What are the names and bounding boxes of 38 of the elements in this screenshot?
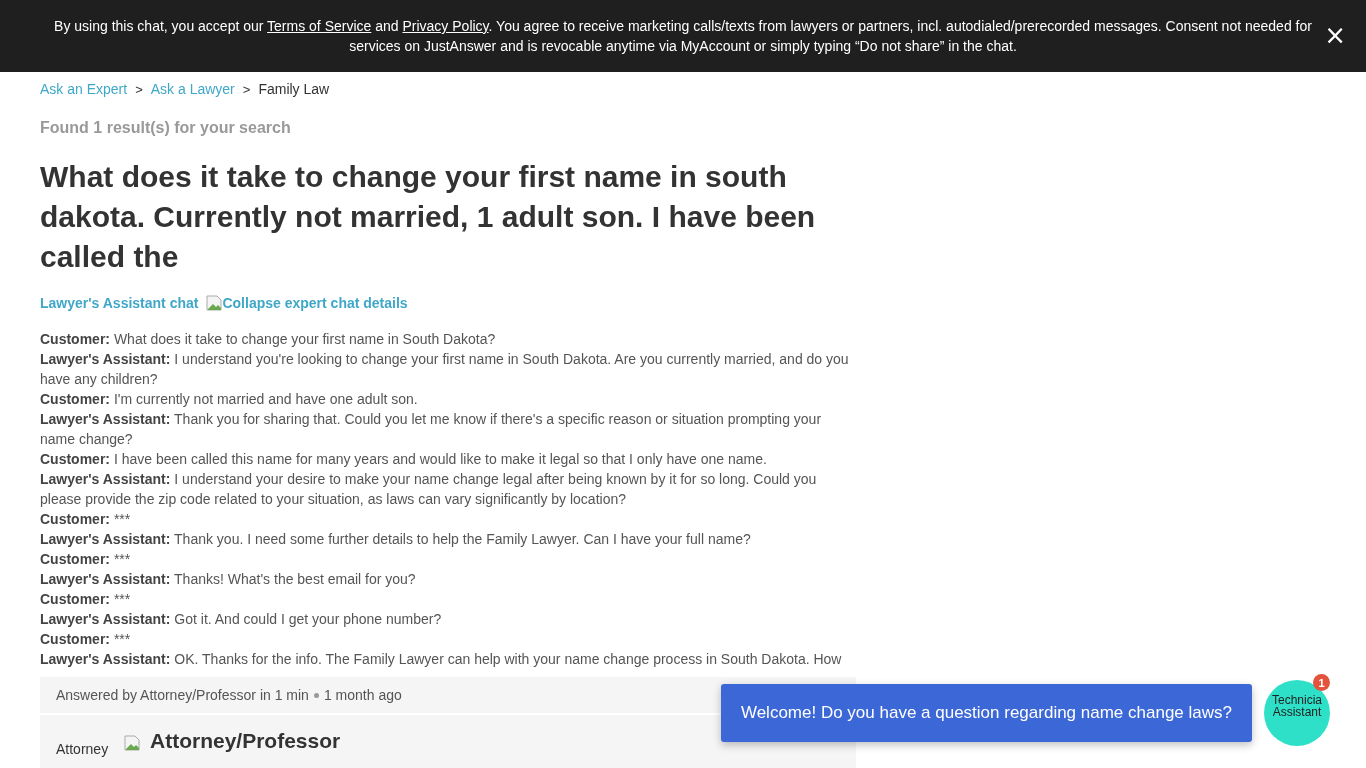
chat-message: Lawyer's Assistant: Thanks! What's the best email for you? xyxy=(40,570,417,589)
chat-message: Customer: I have been called this name for many years and would like to make it legal so that I only have one name. xyxy=(40,450,768,469)
chat-message: Customer: *** xyxy=(40,630,132,649)
breadcrumb-separator: > xyxy=(135,81,143,97)
terms-link[interactable]: Terms of Service xyxy=(267,18,372,34)
collapse-link[interactable]: Collapse expert chat details xyxy=(222,295,408,311)
chat-bubble[interactable]: Welcome! Do you have a question regarding name change laws? xyxy=(720,684,1252,742)
current-page-label: Family Law xyxy=(258,81,330,97)
answer-time: 1 month ago xyxy=(323,687,402,703)
chat-message: Customer: *** xyxy=(40,550,132,569)
broken-image-icon xyxy=(124,735,140,751)
chat-message: Lawyer's Assistant: Thank you. I need some further details to help the Family Lawyer. Can I have your full name? xyxy=(40,530,752,549)
chat-message: Customer: *** xyxy=(40,590,132,609)
chat-message: Lawyer's Assistant: I understand your desire to make your name change legal after being known by it for so long. Could you please provide the zip code related to your situation, as laws can vary significantly by location? xyxy=(40,470,818,509)
chat-message: Lawyer's Assistant: I understand you're looking to change your first name in South Dakota. Are you currently married, and do you have any children? xyxy=(40,350,850,389)
chat-message: Customer: I'm currently not married and have one adult son. xyxy=(40,390,419,409)
breadcrumb-separator: > xyxy=(242,81,251,97)
answered-by: Answered by Attorney/Professor in 1 min xyxy=(56,687,309,703)
chat-message: Customer: What does it take to change your first name in South Dakota? xyxy=(40,330,497,349)
avatar-alt-text: Technicia xyxy=(1272,694,1322,706)
chat-toggle-link[interactable]: Lawyer's Assistant chat xyxy=(40,295,199,311)
chat-message: Lawyer's Assistant: Got it. And could I get your phone number? xyxy=(40,610,443,629)
chat-message: Lawyer's Assistant: Thank you for sharing that. Could you let me know if there's a specific reason or situation prompting your name change? xyxy=(40,410,823,449)
breadcrumb-link[interactable]: Ask a Lawyer xyxy=(150,81,235,97)
result-count: Found 1 result(s) for your search xyxy=(40,119,292,137)
avatar-alt-text: Assistant xyxy=(1272,706,1322,718)
avatar-alt-text: Attorney xyxy=(56,740,110,759)
chat-message: Lawyer's Assistant: OK. Thanks for the info. The Family Lawyer can help with your name change process in South Dakota. How xyxy=(40,650,843,669)
close-button[interactable]: × xyxy=(1320,22,1350,48)
chat-message: Customer: *** xyxy=(40,510,132,529)
breadcrumb-link[interactable]: Ask an Expert xyxy=(40,81,128,97)
question-title: What does it take to change your first name in south dakota. Currently not married, 1 adult son. I have been called the xyxy=(40,159,817,275)
notification-badge: 1 xyxy=(1313,674,1330,691)
expert-name: Attorney/Professor xyxy=(150,729,341,753)
privacy-link[interactable]: Privacy Policy xyxy=(402,18,489,34)
broken-image-icon xyxy=(206,295,223,311)
consent-text: By using this chat, you accept our Terms of Service and Privacy Policy. You agree to receive marketing calls/texts from lawyers or partners, incl. autodialed/prerecorded messages. Consent not needed for services on JustAnswer and is revocable anytime via MyAccount or simply typing “Do not share” in the chat. xyxy=(53,17,1313,56)
dot-icon xyxy=(313,692,319,698)
